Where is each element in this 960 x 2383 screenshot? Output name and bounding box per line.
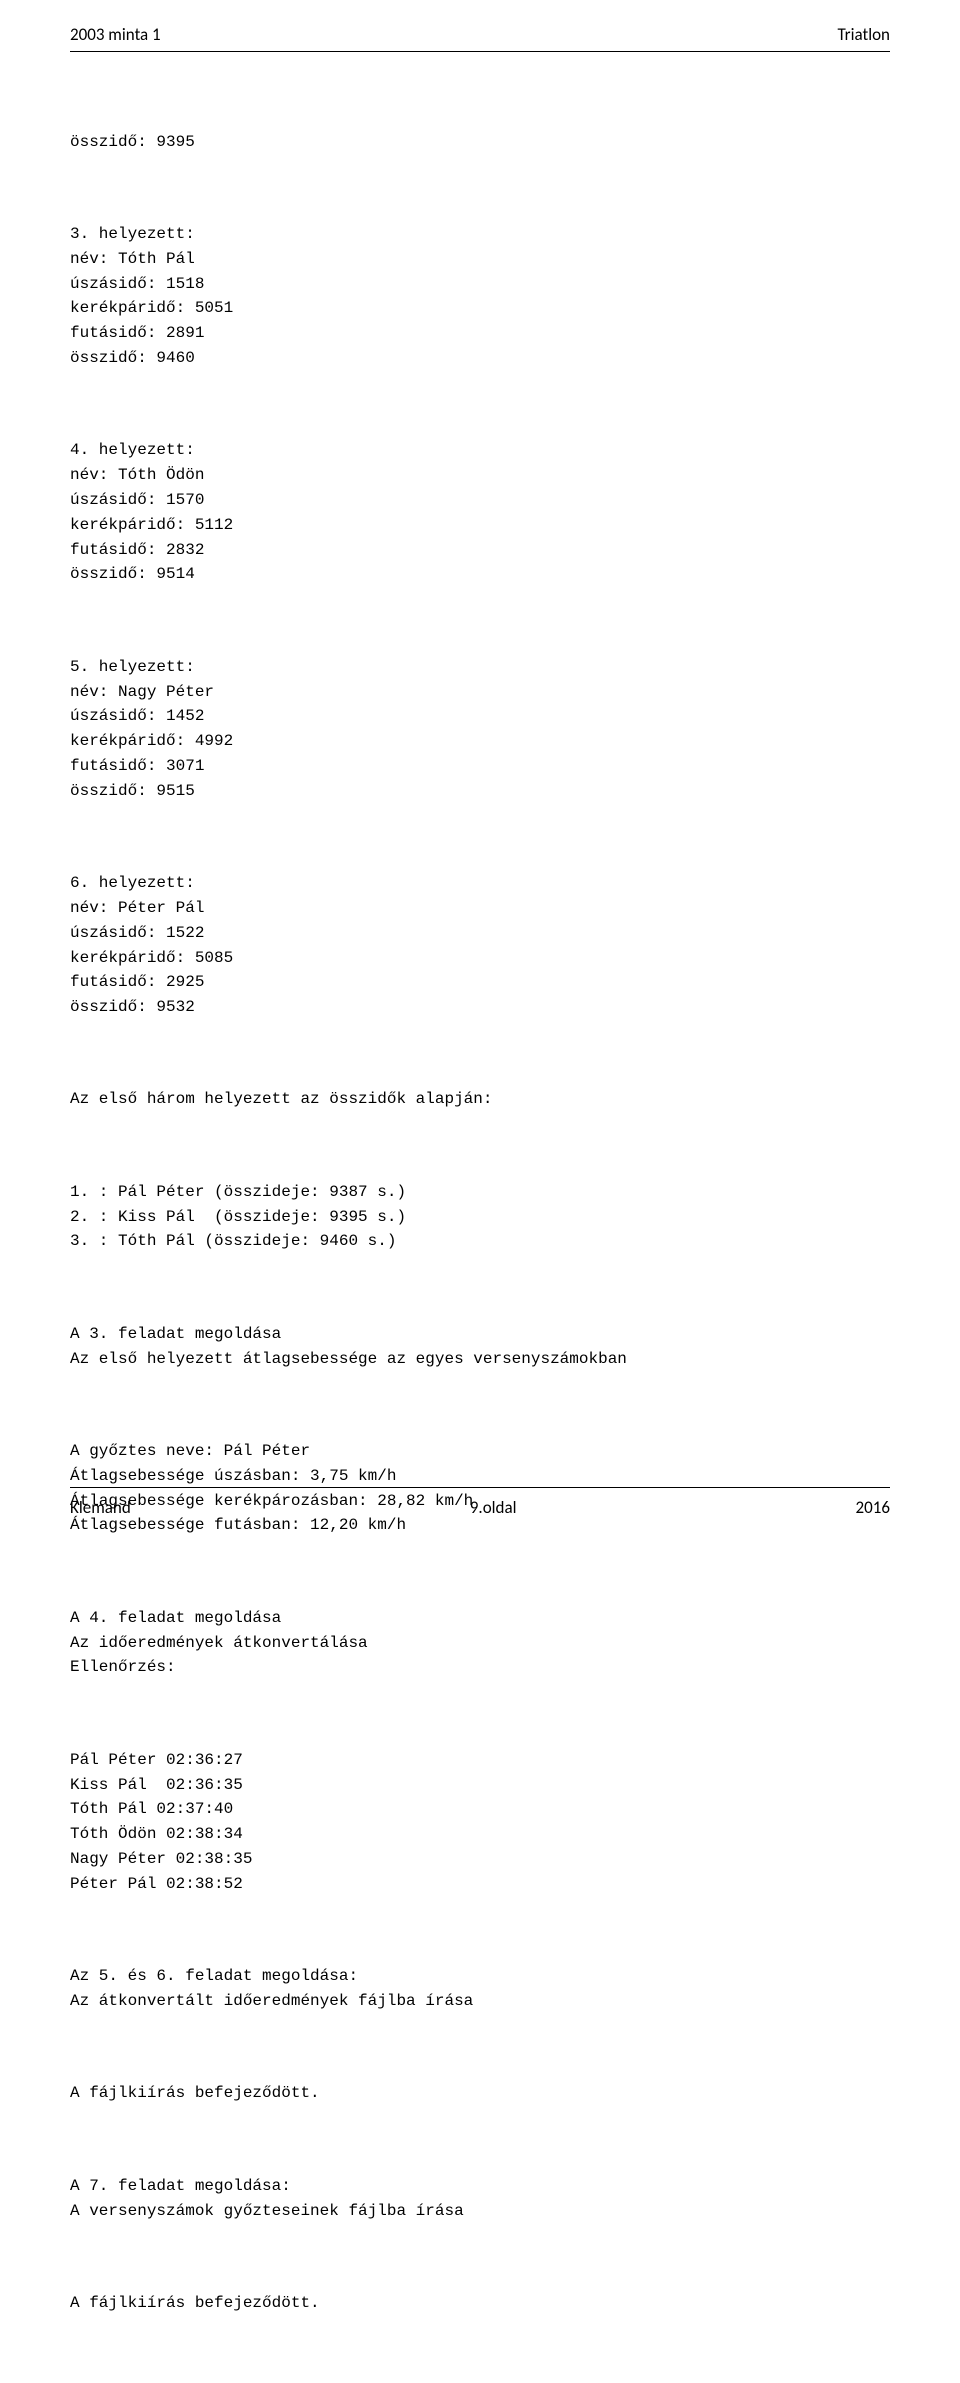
header-right: Triatlon xyxy=(837,24,890,45)
header-left: 2003 minta 1 xyxy=(70,24,161,45)
task-5-6-block: Az 5. és 6. feladat megoldása: Az átkonv… xyxy=(70,1964,890,2014)
page-footer: Klemand 9.oldal 2016 xyxy=(70,1497,890,1518)
times-list: Pál Péter 02:36:27 Kiss Pál 02:36:35 Tót… xyxy=(70,1748,890,1897)
total-top: összidő: 9395 xyxy=(70,130,890,155)
footer-rule xyxy=(70,1487,890,1488)
document-body: összidő: 9395 3. helyezett: név: Tóth Pá… xyxy=(70,80,890,2383)
place-4-block: 4. helyezett: név: Tóth Ödön úszásidő: 1… xyxy=(70,438,890,587)
footer-left: Klemand xyxy=(70,1497,131,1518)
footer-center: 9.oldal xyxy=(470,1497,517,1518)
task-3-block: A 3. feladat megoldása Az első helyezett… xyxy=(70,1322,890,1372)
place-5-block: 5. helyezett: név: Nagy Péter úszásidő: … xyxy=(70,655,890,804)
file-done-2: A fájlkiírás befejeződött. xyxy=(70,2291,890,2316)
task-7-block: A 7. feladat megoldása: A versenyszámok … xyxy=(70,2174,890,2224)
top3-list: 1. : Pál Péter (összideje: 9387 s.) 2. :… xyxy=(70,1180,890,1254)
place-3-block: 3. helyezett: név: Tóth Pál úszásidő: 15… xyxy=(70,222,890,371)
file-done-1: A fájlkiírás befejeződött. xyxy=(70,2081,890,2106)
task-4-block: A 4. feladat megoldása Az időeredmények … xyxy=(70,1606,890,1680)
place-6-block: 6. helyezett: név: Péter Pál úszásidő: 1… xyxy=(70,871,890,1020)
header-rule xyxy=(70,51,890,52)
page-header: 2003 minta 1 Triatlon xyxy=(70,24,890,49)
winner-speeds: A győztes neve: Pál Péter Átlagsebessége… xyxy=(70,1439,890,1538)
top3-title: Az első három helyezett az összidők alap… xyxy=(70,1087,890,1112)
footer-right: 2016 xyxy=(856,1497,890,1518)
page: 2003 minta 1 Triatlon összidő: 9395 3. h… xyxy=(0,0,960,1536)
